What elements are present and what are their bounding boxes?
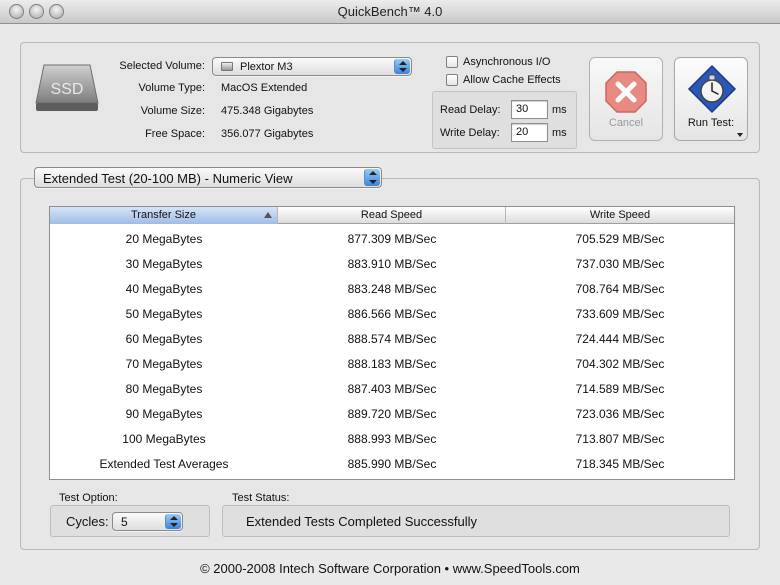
cell-transfer-size: 100 MegaBytes [122, 432, 206, 446]
run-test-label: Run Test: [687, 117, 735, 129]
selected-volume-label: Selected Volume: [119, 60, 205, 72]
cycles-label: Cycles: [66, 514, 109, 529]
cell-write-speed: 704.302 MB/Sec [575, 357, 665, 371]
test-view-select-arrows-icon [364, 169, 380, 186]
test-status-title: Test Status: [232, 492, 290, 504]
table-row[interactable]: 40 MegaBytes 883.248 MB/Sec 708.764 MB/Sec [50, 277, 734, 302]
cancel-button-label: Cancel [608, 117, 644, 129]
stopwatch-icon [687, 64, 737, 114]
table-row[interactable]: Extended Test Averages 885.990 MB/Sec 718.… [50, 452, 734, 477]
allow-cache-label: Allow Cache Effects [463, 74, 561, 86]
cell-read-speed: 888.574 MB/Sec [347, 332, 437, 346]
column-header-label: Transfer Size [130, 209, 196, 221]
cell-transfer-size: 70 MegaBytes [125, 357, 203, 371]
cell-read-speed: 888.993 MB/Sec [347, 432, 437, 446]
cell-read-speed: 883.248 MB/Sec [347, 282, 437, 296]
footer-copyright: © 2000-2008 Intech Software Corporation … [200, 561, 580, 576]
column-header-read-speed[interactable]: Read Speed [278, 207, 506, 224]
table-row[interactable]: 20 MegaBytes 877.309 MB/Sec 705.529 MB/Sec [50, 227, 734, 252]
cell-read-speed: 887.403 MB/Sec [347, 382, 437, 396]
cancel-x-icon [605, 71, 647, 113]
read-delay-unit: ms [552, 104, 567, 116]
volume-disk-icon [221, 62, 233, 71]
cell-write-speed: 724.444 MB/Sec [575, 332, 665, 346]
cell-transfer-size: 50 MegaBytes [125, 307, 203, 321]
volume-type-label: Volume Type: [138, 82, 205, 94]
table-row[interactable]: 60 MegaBytes 888.574 MB/Sec 724.444 MB/Sec [50, 327, 734, 352]
cell-read-speed: 885.990 MB/Sec [347, 457, 437, 471]
cell-transfer-size: 30 MegaBytes [125, 257, 203, 271]
quickbench-window: QuickBench™ 4.0 SSD Selected Volume: Ple… [0, 0, 780, 585]
test-option-group: Cycles: 5 [50, 505, 210, 537]
volume-type-value: MacOS Extended [221, 82, 308, 94]
column-header-write-speed[interactable]: Write Speed [506, 207, 734, 224]
cell-read-speed: 888.183 MB/Sec [347, 357, 437, 371]
drive-label: SSD [51, 81, 84, 98]
cancel-button[interactable]: Cancel [589, 57, 663, 141]
cell-transfer-size: Extended Test Averages [99, 457, 229, 471]
free-space-label: Free Space: [145, 128, 205, 140]
title-bar: QuickBench™ 4.0 [0, 0, 780, 24]
cycles-select-arrows-icon [165, 514, 181, 529]
cell-transfer-size: 80 MegaBytes [125, 382, 203, 396]
cell-write-speed: 718.345 MB/Sec [575, 457, 665, 471]
results-table: Transfer Size Read Speed Write Speed 20 … [49, 206, 735, 480]
async-io-checkbox[interactable] [446, 56, 458, 68]
cell-write-speed: 705.529 MB/Sec [575, 232, 665, 246]
results-table-header: Transfer Size Read Speed Write Speed [50, 207, 734, 224]
write-delay-label: Write Delay: [440, 127, 500, 139]
free-space-value: 356.077 Gigabytes [221, 128, 314, 140]
test-status-text: Extended Tests Completed Successfully [246, 514, 477, 529]
cell-transfer-size: 40 MegaBytes [125, 282, 203, 296]
table-row[interactable]: 50 MegaBytes 886.566 MB/Sec 733.609 MB/Sec [50, 302, 734, 327]
write-delay-unit: ms [552, 127, 567, 139]
run-test-menu-arrow-icon [737, 133, 743, 137]
volume-select[interactable]: Plextor M3 [212, 57, 412, 76]
cell-transfer-size: 20 MegaBytes [125, 232, 203, 246]
cell-read-speed: 883.910 MB/Sec [347, 257, 437, 271]
test-view-select-value: Extended Test (20-100 MB) - Numeric View [43, 171, 293, 186]
sort-ascending-icon [264, 212, 272, 218]
cell-read-speed: 889.720 MB/Sec [347, 407, 437, 421]
table-row[interactable]: 80 MegaBytes 887.403 MB/Sec 714.589 MB/Sec [50, 377, 734, 402]
window-title: QuickBench™ 4.0 [337, 4, 443, 19]
volume-select-arrows-icon [394, 59, 410, 74]
cell-transfer-size: 90 MegaBytes [125, 407, 203, 421]
cell-write-speed: 708.764 MB/Sec [575, 282, 665, 296]
test-option-title: Test Option: [59, 492, 118, 504]
cell-transfer-size: 60 MegaBytes [125, 332, 203, 346]
volume-select-value: Plextor M3 [240, 61, 293, 73]
cell-write-speed: 737.030 MB/Sec [575, 257, 665, 271]
cell-write-speed: 733.609 MB/Sec [575, 307, 665, 321]
cell-write-speed: 713.807 MB/Sec [575, 432, 665, 446]
test-status-group: Extended Tests Completed Successfully [222, 505, 730, 537]
table-row[interactable]: 30 MegaBytes 883.910 MB/Sec 737.030 MB/Sec [50, 252, 734, 277]
delay-group: Read Delay: 30 ms Write Delay: 20 ms [432, 91, 577, 149]
table-row[interactable]: 100 MegaBytes 888.993 MB/Sec 713.807 MB/Se… [50, 427, 734, 452]
cycles-select-value: 5 [121, 515, 128, 529]
column-header-transfer-size[interactable]: Transfer Size [50, 207, 278, 224]
volume-size-label: Volume Size: [140, 105, 205, 117]
read-delay-field[interactable]: 30 [511, 100, 548, 119]
results-panel: Transfer Size Read Speed Write Speed 20 … [20, 178, 760, 550]
cell-write-speed: 723.036 MB/Sec [575, 407, 665, 421]
volume-info-panel: SSD Selected Volume: Plextor M3 Volume T… [20, 42, 760, 153]
allow-cache-checkbox[interactable] [446, 74, 458, 86]
cycles-select[interactable]: 5 [112, 512, 183, 531]
cell-read-speed: 886.566 MB/Sec [347, 307, 437, 321]
write-delay-field[interactable]: 20 [511, 123, 548, 142]
cell-read-speed: 877.309 MB/Sec [347, 232, 437, 246]
async-io-label: Asynchronous I/O [463, 56, 551, 68]
table-row[interactable]: 70 MegaBytes 888.183 MB/Sec 704.302 MB/Sec [50, 352, 734, 377]
test-view-select[interactable]: Extended Test (20-100 MB) - Numeric View [34, 167, 382, 188]
read-delay-label: Read Delay: [440, 104, 501, 116]
volume-size-value: 475.348 Gigabytes [221, 105, 314, 117]
table-row[interactable]: 90 MegaBytes 889.720 MB/Sec 723.036 MB/Sec [50, 402, 734, 427]
run-test-button[interactable]: Run Test: [674, 57, 748, 141]
cell-write-speed: 714.589 MB/Sec [575, 382, 665, 396]
